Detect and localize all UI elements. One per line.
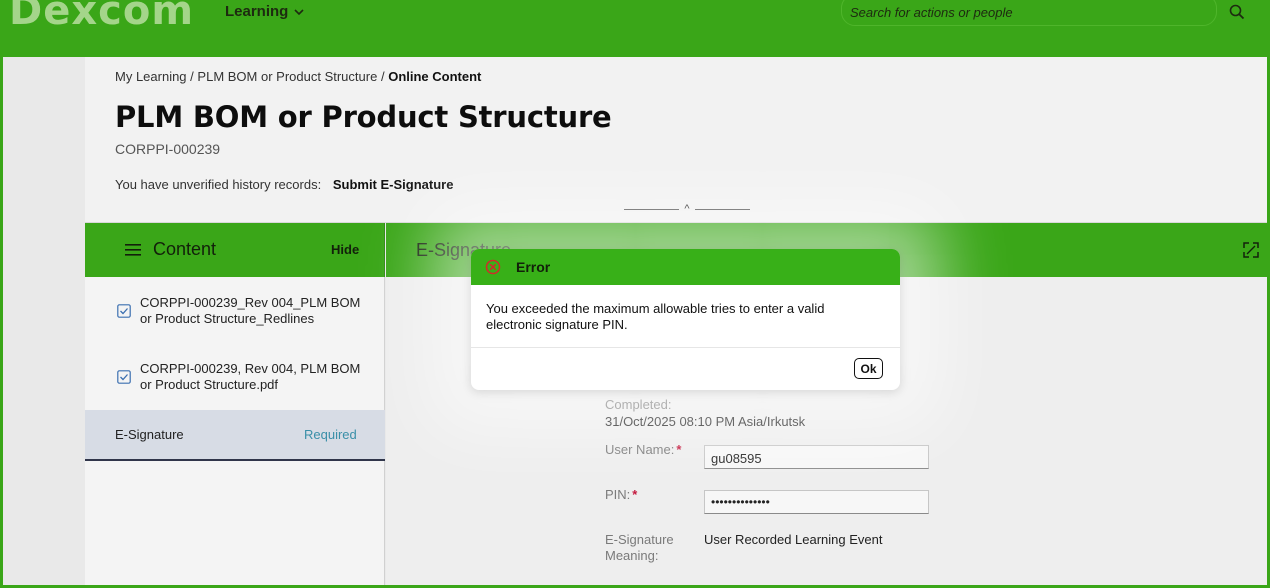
error-dialog: Error You exceeded the maximum allowable… <box>471 249 900 390</box>
divider <box>471 347 900 348</box>
dialog-message: You exceeded the maximum allowable tries… <box>486 301 825 332</box>
ok-button[interactable]: Ok <box>854 358 883 379</box>
error-circle-icon <box>485 259 501 275</box>
dialog-header: Error <box>471 249 900 285</box>
dialog-title: Error <box>516 259 551 275</box>
